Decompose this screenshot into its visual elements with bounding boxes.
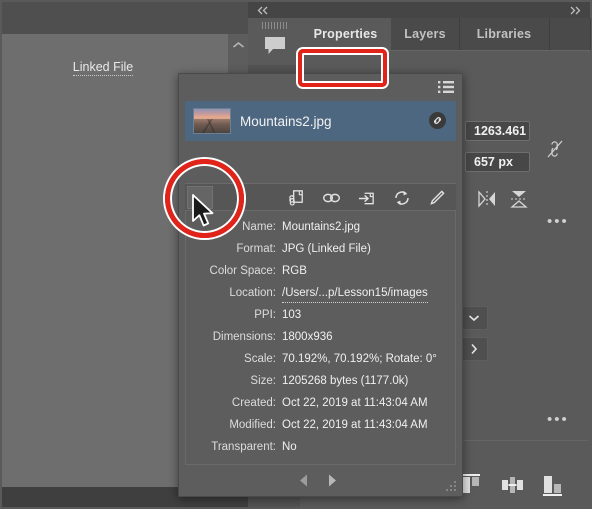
link-info-value: 70.192%, 70.192%; Rotate: 0° [282,353,437,365]
link-info-label: Location: [229,287,276,299]
image-thumbnail [193,108,231,134]
annotation-highlight-rect [298,49,387,87]
relink-icon[interactable] [320,186,343,209]
linked-chain-badge-icon [429,112,446,129]
unlink-chain-icon[interactable] [544,138,566,160]
link-info-list: Name: Mountains2.jpg Format: JPG (Linked Fi… [185,210,456,465]
link-info-label: PPI: [254,309,276,321]
distribute-horizontal-center-icon[interactable] [499,472,527,498]
linked-file-popup-panel: Mountains2.jpg Name: Mountains2.jpg Form… [178,73,463,497]
link-info-label: Dimensions: [212,331,276,343]
screenshot-root: Properties Layers Libraries Linked File … [0,0,592,509]
link-info-row: Transparent: No [186,435,455,459]
link-info-row: Format: JPG (Linked File) [186,237,455,261]
link-info-row: Scale: 70.192%, 70.192%; Rotate: 0° [186,347,455,371]
panel-menu-icon[interactable] [438,80,454,94]
chevron-right-icon[interactable] [460,337,488,361]
link-info-row: Location: /Users/...p/Lesson15/images [186,281,455,305]
link-info-label: Modified: [229,419,276,431]
resize-grip-icon[interactable] [446,481,458,493]
flip-horizontal-icon[interactable] [475,188,499,210]
edit-original-icon[interactable] [425,186,448,209]
link-info-value: RGB [282,265,307,277]
triangle-left-icon[interactable] [297,473,313,489]
list-item[interactable]: Mountains2.jpg [185,101,456,141]
chevron-up-icon[interactable] [230,38,246,52]
panel-divider [450,440,588,441]
link-info-row: PPI: 103 [186,303,455,327]
align-bottom-icon[interactable] [540,472,568,498]
ellipsis-icon[interactable]: ••• [547,412,569,427]
link-info-label: Size: [250,375,276,387]
height-field[interactable]: 657 px [465,152,530,172]
link-info-row: Modified: Oct 22, 2019 at 11:43:04 AM [186,413,455,437]
linked-file-name: Mountains2.jpg [240,113,332,129]
go-to-link-icon[interactable] [355,186,378,209]
chevron-down-icon[interactable] [460,306,488,330]
arrow-cursor [190,194,216,230]
update-link-icon[interactable] [390,186,413,209]
link-info-value: 103 [282,309,302,321]
relink-from-library-icon[interactable] [285,186,308,209]
link-info-label: Created: [231,397,276,409]
tab-libraries[interactable]: Libraries [459,18,550,50]
transform-icon-group [475,188,535,210]
linked-file-section-heading[interactable]: Linked File [61,58,145,78]
chevron-double-right-icon[interactable] [566,3,584,17]
link-info-label: Scale: [244,353,276,365]
tab-layers[interactable]: Layers [391,18,460,50]
chevron-double-left-icon[interactable] [254,3,272,17]
link-info-label: Format: [236,243,276,255]
width-field[interactable]: 1263.461 [465,121,530,141]
triangle-right-icon[interactable] [325,473,341,489]
comment-bubble-icon[interactable] [260,32,290,58]
drag-handle-grip[interactable] [262,22,288,29]
popup-footer [179,466,462,496]
panel-tabstrip: Properties Layers Libraries [300,18,591,50]
align-icon-group [458,472,568,498]
link-info-row: Size: 1205268 bytes (1177.0k) [186,369,455,393]
link-info-value: Mountains2.jpg [282,221,360,233]
flip-vertical-icon[interactable] [507,188,531,210]
link-info-row: Dimensions: 1800x936 [186,325,455,349]
linked-file-label: Linked File [72,60,134,76]
link-info-value: No [282,441,297,453]
link-info-value: JPG (Linked File) [282,243,371,255]
panel-icon-rail [248,18,301,65]
link-info-value: Oct 22, 2019 at 11:43:04 AM [282,419,428,431]
link-info-label: Transparent: [211,441,276,453]
tab-properties[interactable]: Properties [300,18,391,50]
link-info-value: Oct 22, 2019 at 11:43:04 AM [282,397,428,409]
link-info-value[interactable]: /Users/...p/Lesson15/images [282,284,428,303]
link-info-value: 1205268 bytes (1177.0k) [282,375,409,387]
tabstrip-filler [549,18,591,50]
dock-titlebar [248,2,590,18]
link-info-label: Color Space: [209,265,276,277]
link-info-row: Color Space: RGB [186,259,455,283]
link-info-value: 1800x936 [282,331,333,343]
link-info-row: Created: Oct 22, 2019 at 11:43:04 AM [186,391,455,415]
ellipsis-icon[interactable]: ••• [547,214,569,229]
